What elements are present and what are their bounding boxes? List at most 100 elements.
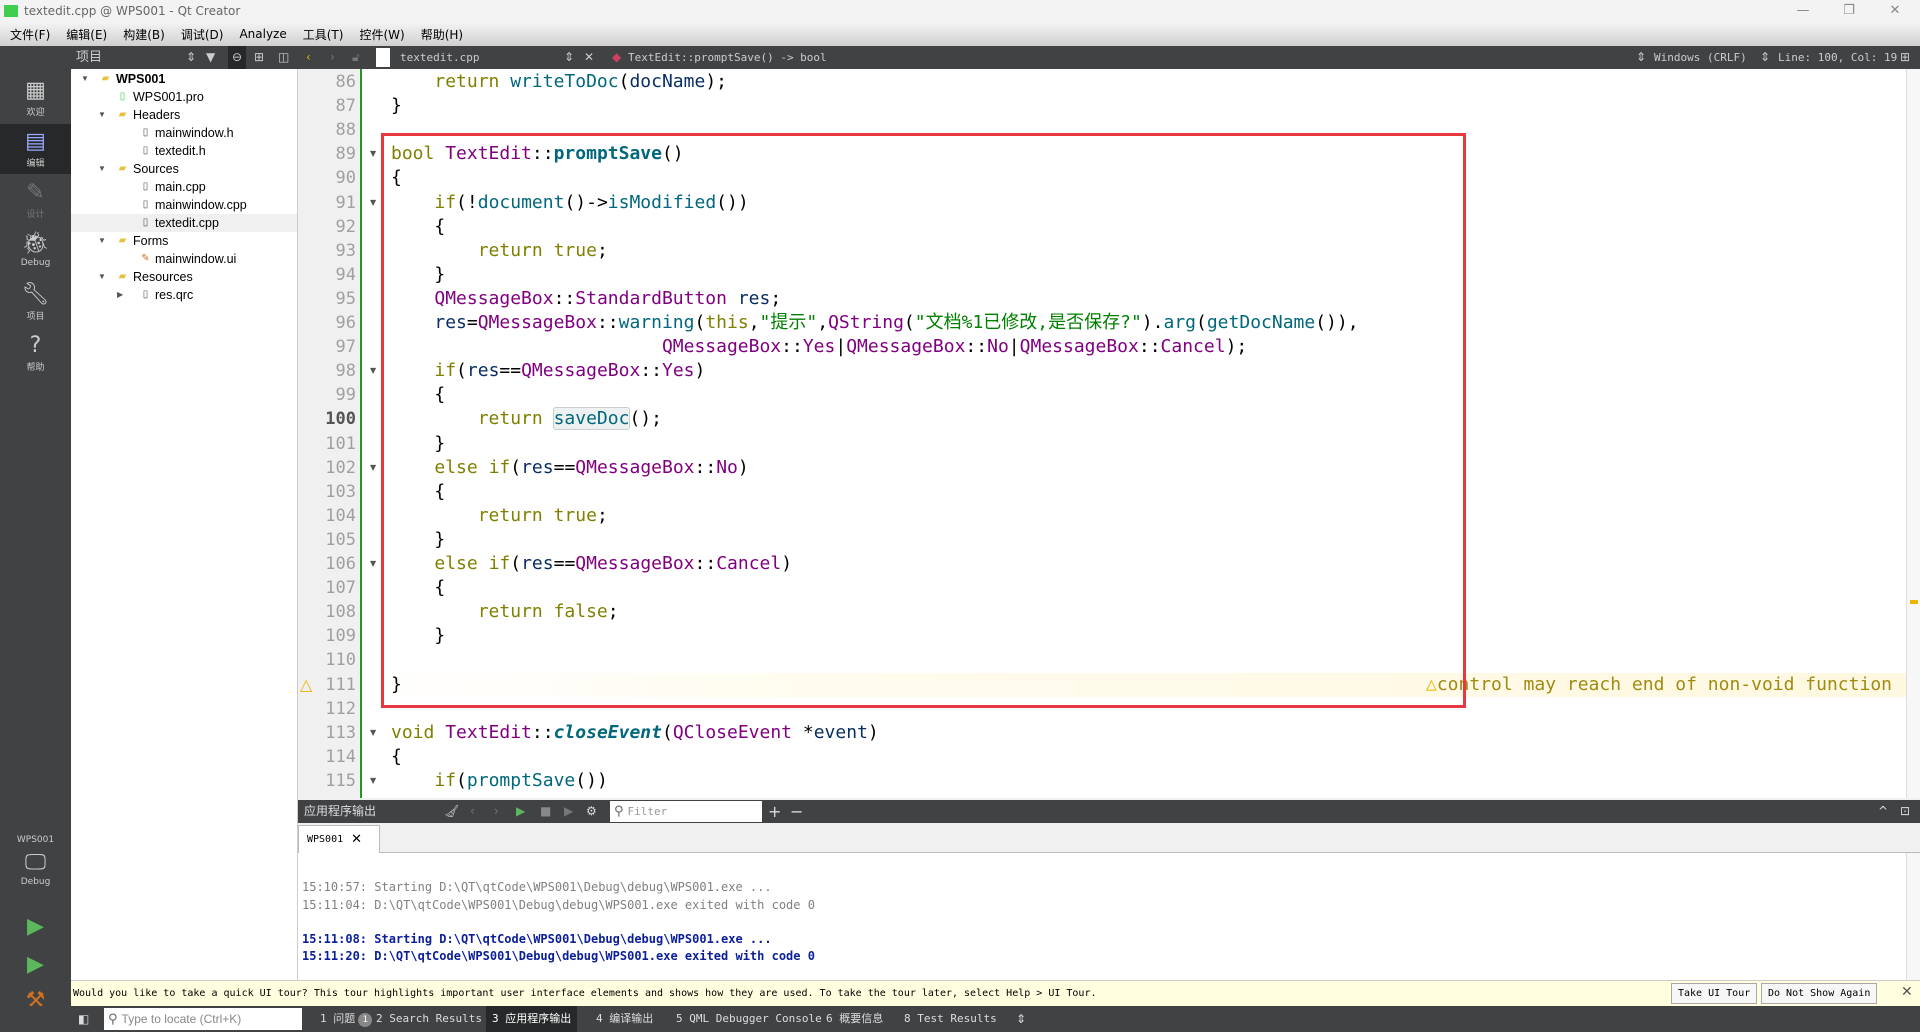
fold-arrow-icon[interactable]: ▼ xyxy=(370,142,376,166)
menu-item-7[interactable]: 帮助(H) xyxy=(421,26,463,43)
pane-tab[interactable]: 3 应用程序输出 xyxy=(486,1006,578,1032)
tree-item[interactable]: ▼ ▰ Forms xyxy=(71,232,297,250)
code-line[interactable]: return true; xyxy=(391,504,608,528)
close-banner-icon[interactable]: ✕ xyxy=(1901,984,1913,1000)
code-line[interactable]: res=QMessageBox::warning(this,"提示",QStri… xyxy=(391,311,1358,335)
code-line[interactable]: { xyxy=(391,383,445,407)
code-line[interactable]: bool TextEdit::promptSave() xyxy=(391,142,684,166)
back-icon[interactable]: ‹ xyxy=(306,46,311,69)
close-panel-icon[interactable]: ◫ xyxy=(278,46,289,69)
mode-0[interactable]: ▦ 欢迎 xyxy=(0,73,71,123)
code-line[interactable]: return false; xyxy=(391,600,619,624)
mode-4[interactable]: 🔧︎ 项目 xyxy=(0,277,71,327)
code-line[interactable]: { xyxy=(391,576,445,600)
tree-item[interactable]: ▼ ▰ Headers xyxy=(71,106,297,124)
kit-selector[interactable]: WPS001 🖵︎ Debug xyxy=(0,829,71,899)
next-icon[interactable]: › xyxy=(494,800,499,823)
minimize-button[interactable]: — xyxy=(1780,0,1826,22)
code-line[interactable]: } xyxy=(391,263,445,287)
file-combo-arrows-icon[interactable]: ⇕ xyxy=(564,46,574,69)
code-line[interactable]: } xyxy=(391,673,402,697)
tree-item[interactable]: ▼ ▰ WPS001 xyxy=(71,70,297,88)
fold-arrow-icon[interactable]: ▼ xyxy=(370,359,376,383)
code-line[interactable]: else if(res==QMessageBox::No) xyxy=(391,456,748,480)
hide-pane-button[interactable]: ⊡ xyxy=(1900,800,1910,823)
code-line[interactable]: if(!document()->isModified()) xyxy=(391,191,748,215)
code-editor[interactable]: 86 87 88 89 ▼ 90 91 ▼ 92 93 94 95 96 97 98 ▼ 99 100 101 102… xyxy=(298,69,1920,798)
output-scrollbar[interactable] xyxy=(1906,853,1920,980)
code-line[interactable]: } xyxy=(391,94,402,118)
output-tab[interactable]: WPS001 ✕ xyxy=(298,825,380,853)
open-file-combo[interactable]: textedit.cpp xyxy=(400,46,479,69)
clear-icon[interactable]: 🧹︎ xyxy=(444,800,459,823)
output-log[interactable]: 15:10:57: Starting D:\QT\qtCode\WPS001\D… xyxy=(298,853,1920,980)
expand-arrow-icon[interactable]: ▼ xyxy=(81,70,89,88)
run-button[interactable]: ▶ xyxy=(0,909,71,945)
tree-item[interactable]: ▯ mainwindow.h xyxy=(71,124,297,142)
settings-icon[interactable]: ⚙ xyxy=(586,800,597,823)
line-ending-arrows-icon[interactable]: ⇕ xyxy=(1636,46,1646,69)
menu-item-1[interactable]: 编辑(E) xyxy=(66,26,107,43)
line-ending-combo[interactable]: Windows (CRLF) xyxy=(1654,46,1747,69)
tree-item[interactable]: ▼ ▰ Resources xyxy=(71,268,297,286)
mode-5[interactable]: ? 帮助 xyxy=(0,328,71,378)
tree-item[interactable]: ▯ WPS001.pro xyxy=(71,88,297,106)
close-tab-icon[interactable]: ✕ xyxy=(351,832,362,847)
code-line[interactable]: } xyxy=(391,432,445,456)
code-line[interactable]: QMessageBox::Yes|QMessageBox::No|QMessag… xyxy=(391,335,1247,359)
code-line[interactable]: QMessageBox::StandardButton res; xyxy=(391,287,781,311)
filter-input[interactable]: ⚲ Filter xyxy=(610,801,762,822)
code-line[interactable]: } xyxy=(391,528,445,552)
fold-arrow-icon[interactable]: ▼ xyxy=(370,456,376,480)
pane-tab[interactable]: 8 Test Results xyxy=(898,1006,1003,1032)
pane-tab[interactable]: 1 问题 1 xyxy=(314,1006,378,1032)
mode-1[interactable]: ▤ 编辑 xyxy=(0,124,71,174)
menu-item-6[interactable]: 控件(W) xyxy=(359,26,404,43)
fold-arrow-icon[interactable]: ▼ xyxy=(370,769,376,793)
cursor-position[interactable]: Line: 100, Col: 19 xyxy=(1778,46,1897,69)
expand-arrow-icon[interactable]: ▼ xyxy=(98,232,106,250)
close-window-button[interactable]: ✕ xyxy=(1872,0,1918,22)
expand-arrow-icon[interactable]: ▼ xyxy=(98,268,106,286)
close-document-icon[interactable]: ✕ xyxy=(584,46,594,69)
tree-item[interactable]: ▼ ▰ Sources xyxy=(71,160,297,178)
restore-button[interactable]: ❐ xyxy=(1826,0,1872,22)
do-not-show-again-button[interactable]: Do Not Show Again xyxy=(1761,983,1878,1004)
menu-item-4[interactable]: Analyze xyxy=(239,27,286,41)
code-line[interactable]: if(promptSave()) xyxy=(391,769,607,793)
toggle-sidebar-icon[interactable]: ◧ xyxy=(78,1006,89,1032)
pane-tab[interactable]: 5 QML Debugger Console xyxy=(670,1006,828,1032)
prev-icon[interactable]: ‹ xyxy=(470,800,475,823)
code-line[interactable]: return writeToDoc(docName); xyxy=(391,70,727,94)
menu-item-3[interactable]: 调试(D) xyxy=(181,26,224,43)
forward-icon[interactable]: › xyxy=(330,46,335,69)
tree-item[interactable]: ▯ mainwindow.cpp xyxy=(71,196,297,214)
split-icon[interactable]: ⊞ xyxy=(254,46,264,69)
split-editor-icon[interactable]: ⊞ xyxy=(1900,46,1910,69)
tree-item[interactable]: ▶ ▯ res.qrc xyxy=(71,286,297,304)
code-line[interactable]: } xyxy=(391,624,445,648)
filter-icon[interactable]: ▼ xyxy=(206,46,215,69)
code-line[interactable]: { xyxy=(391,166,402,190)
pane-tab[interactable]: 2 Search Results xyxy=(370,1006,488,1032)
tree-item[interactable]: ▯ textedit.cpp xyxy=(71,214,297,232)
collapse-arrow-icon[interactable]: ▶ xyxy=(117,286,123,304)
attach-debugger-icon[interactable]: ▶ xyxy=(564,800,573,823)
expand-arrow-icon[interactable]: ▼ xyxy=(98,160,106,178)
menu-item-0[interactable]: 文件(F) xyxy=(10,26,50,43)
symbol-combo[interactable]: TextEdit::promptSave() -> bool xyxy=(628,46,827,69)
expand-arrow-icon[interactable]: ▼ xyxy=(98,106,106,124)
tree-item[interactable]: ▯ textedit.h xyxy=(71,142,297,160)
tree-item[interactable]: ▯ main.cpp xyxy=(71,178,297,196)
pane-tab[interactable]: 6 概要信息 xyxy=(820,1006,889,1032)
zoom-in-button[interactable]: + xyxy=(768,800,781,823)
maximize-pane-button[interactable]: ^ xyxy=(1878,800,1888,823)
code-line[interactable]: else if(res==QMessageBox::Cancel) xyxy=(391,552,792,576)
panel-select-arrows-icon[interactable]: ⇕ xyxy=(186,46,196,69)
fold-arrow-icon[interactable]: ▼ xyxy=(370,191,376,215)
debug-run-button[interactable]: ▶ xyxy=(0,947,71,983)
pane-tab[interactable]: 4 编译输出 xyxy=(590,1006,659,1032)
position-arrows-icon[interactable]: ⇕ xyxy=(1760,46,1770,69)
code-line[interactable]: return saveDoc(); xyxy=(391,407,662,431)
take-ui-tour-button[interactable]: Take UI Tour xyxy=(1671,983,1758,1004)
